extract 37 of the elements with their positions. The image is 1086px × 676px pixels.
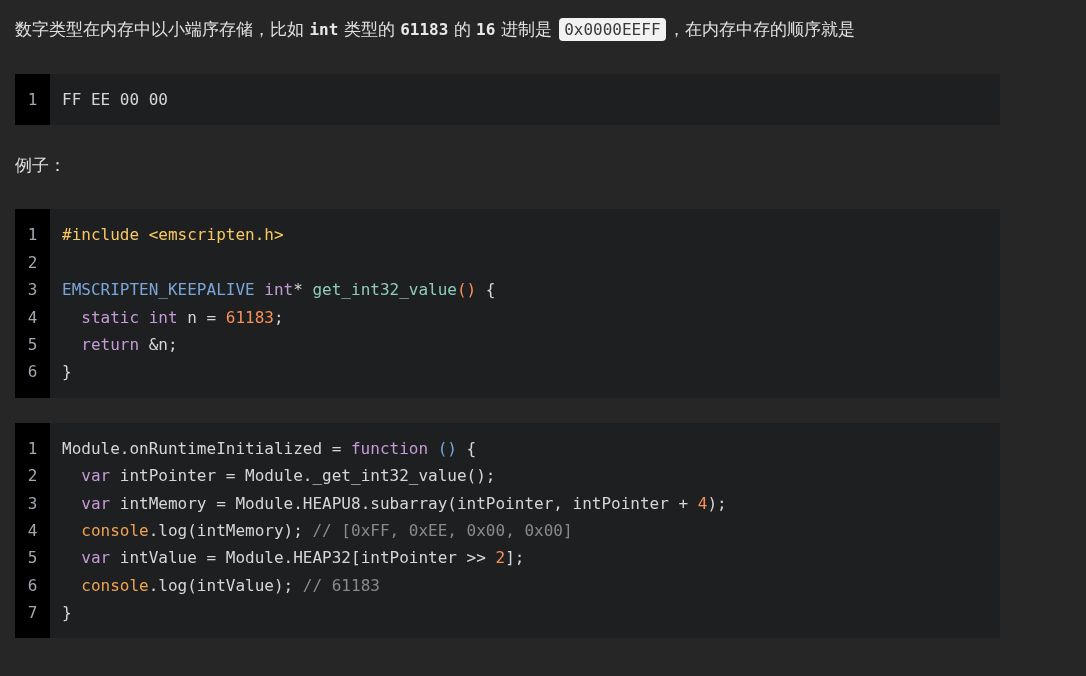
inline-code: int [309,20,339,39]
line-number: 1 [26,89,39,111]
paragraph-text: 进制是 [499,19,553,39]
line-number: 4 [26,519,39,542]
code-line: FF EE 00 00 [62,89,168,111]
paragraph-text: 类型的 [342,19,396,39]
code-line: var intPointer = Module._get_int32_value(); [80,465,496,488]
line-number: 4 [26,306,39,329]
paragraph-text: 的 [452,19,472,39]
code-line: console.log(intMemory); // [0xFF, 0xEE, 0x00, 0x00] [80,519,573,542]
line-number: 1 [26,224,39,247]
code-line: } [62,361,72,384]
code-line: Module.onRuntimeInitialized = function () { [62,437,477,460]
line-number: 3 [26,279,39,302]
line-number: 5 [26,547,39,570]
code-line: return &n; [80,333,178,356]
line-number: 2 [26,251,39,274]
inline-code-chip: 0x0000EEFF [559,18,666,41]
inline-code: 61183 [400,20,449,39]
code-line: console.log(intValue); // 61183 [80,574,380,597]
line-number: 2 [26,465,39,488]
paragraph-text: 数字类型在内存中以小端序存储，比如 [15,19,305,39]
paragraph-text: 例子： [15,155,66,176]
line-number: 6 [26,361,39,384]
code-line: EMSCRIPTEN_KEEPALIVE int* get_int32_value() { [62,279,496,302]
code-line: } [62,602,72,625]
inline-code: 16 [476,20,496,39]
line-number: 3 [26,492,39,515]
line-number: 1 [26,437,39,460]
line-number: 5 [26,333,39,356]
code-line: var intValue = Module.HEAP32[intPointer >> 2]; [80,547,525,570]
paragraph-text: ，在内存中存的顺序就是 [667,19,855,39]
code-line: var intMemory = Module.HEAPU8.subarray(intPointer, intPointer + 4); [80,492,727,515]
code-line: #include <emscripten.h> [62,224,284,247]
code-line: static int n = 61183; [80,306,284,329]
line-number: 7 [26,602,39,625]
line-number: 6 [26,574,39,597]
